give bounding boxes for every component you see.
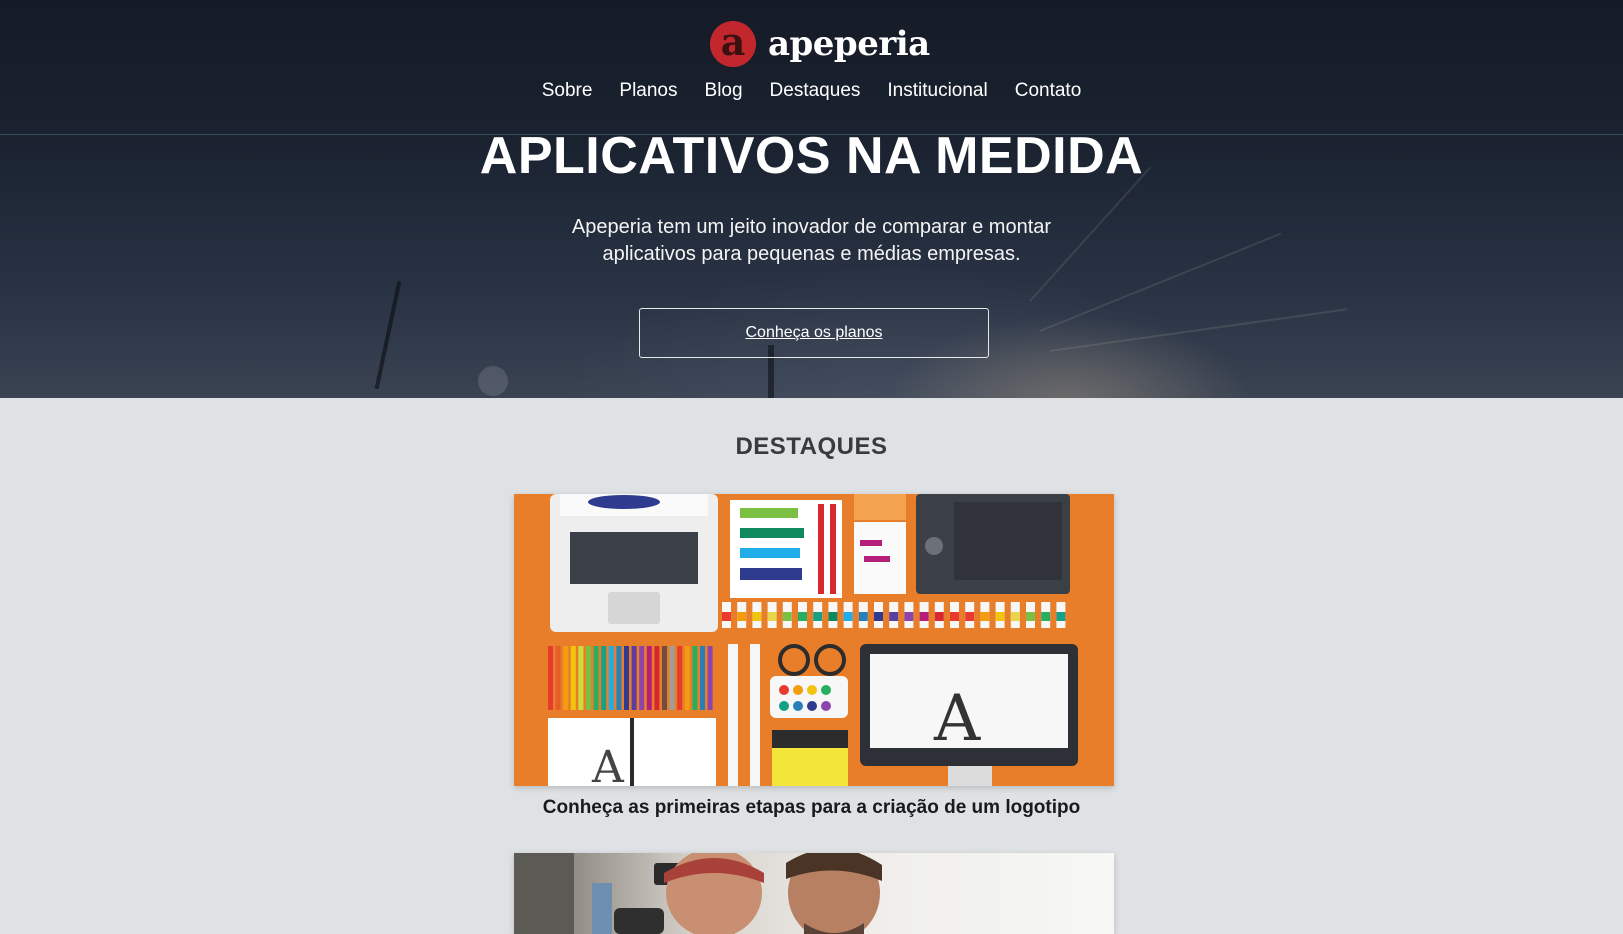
designer-desk-illustration: A A — [514, 494, 1114, 786]
hero-banner: a apeperia Sobre Planos Blog Destaques I… — [0, 0, 1623, 398]
hero-title: APLICATIVOS NA MEDIDA — [479, 127, 1144, 185]
svg-text:A: A — [933, 682, 981, 756]
highlight-card-image[interactable]: A A — [514, 494, 1114, 786]
hero-subtitle: Apeperia tem um jeito inovador de compar… — [571, 216, 1052, 265]
nav-item-destaques[interactable]: Destaques — [770, 80, 861, 102]
highlight-card-caption[interactable]: Conheça as primeiras etapas para a criaç… — [0, 797, 1623, 819]
main-nav: Sobre Planos Blog Destaques Instituciona… — [0, 80, 1623, 102]
team-photo-illustration — [514, 853, 882, 934]
site-logo[interactable]: a apeperia — [710, 21, 930, 67]
nav-item-planos[interactable]: Planos — [619, 80, 677, 102]
logo-mark-icon: a — [710, 21, 756, 67]
svg-text:A: A — [591, 742, 625, 786]
nav-item-blog[interactable]: Blog — [705, 80, 743, 102]
nav-item-sobre[interactable]: Sobre — [542, 80, 593, 102]
highlight-card-image-2[interactable] — [514, 853, 1114, 934]
site-header: a apeperia Sobre Planos Blog Destaques I… — [0, 0, 1623, 135]
nav-item-contato[interactable]: Contato — [1015, 80, 1082, 102]
view-plans-button[interactable]: Conheça os planos — [639, 308, 989, 358]
highlights-title: DESTAQUES — [735, 433, 888, 460]
logo-name: apeperia — [768, 24, 930, 64]
nav-item-institucional[interactable]: Institucional — [887, 80, 987, 102]
